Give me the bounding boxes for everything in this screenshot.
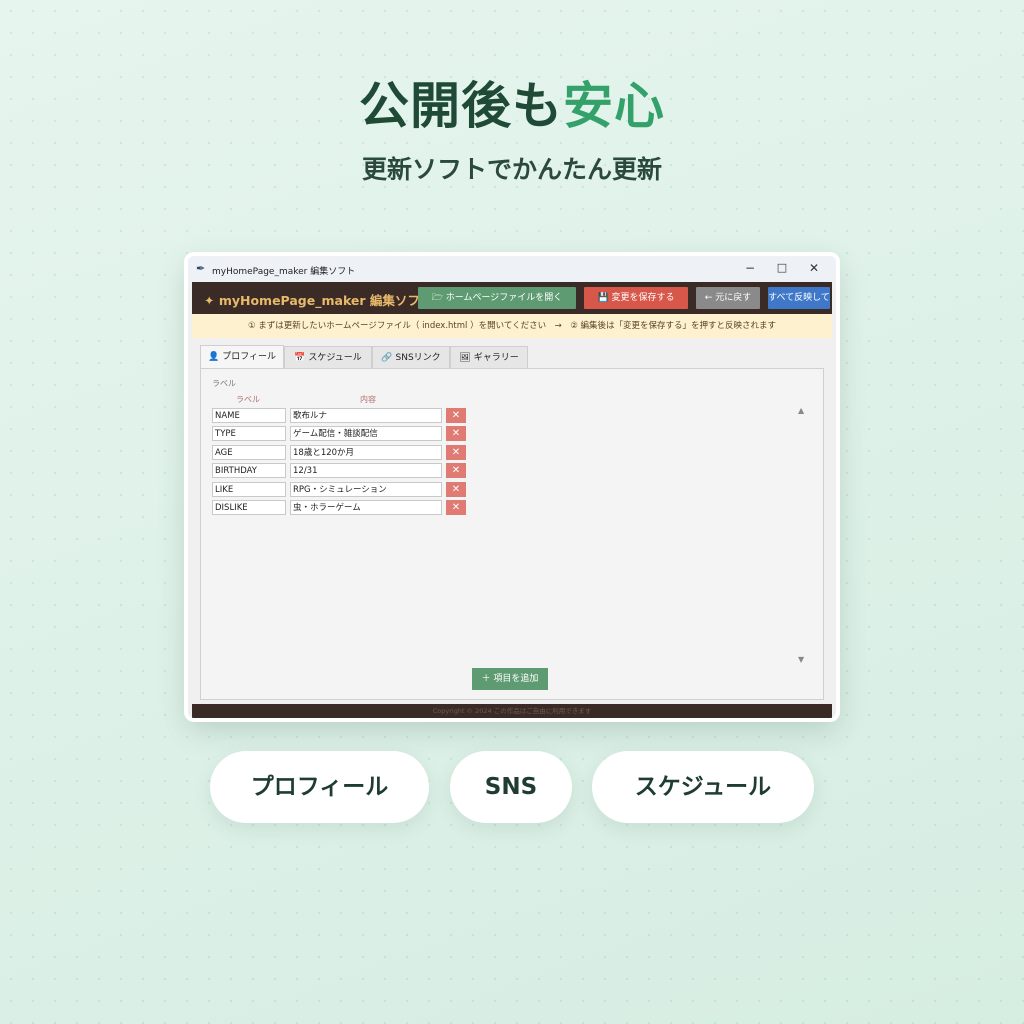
- link-icon: 🔗: [381, 353, 393, 363]
- app-brand: ✦ myHomePage_maker 編集ソフト: [204, 293, 433, 308]
- tab-schedule-label: スケジュール: [308, 353, 362, 363]
- chip-profile: プロフィール: [210, 751, 429, 823]
- close-button[interactable]: ✕: [804, 261, 824, 275]
- chip-schedule: スケジュール: [592, 751, 814, 823]
- app-footer: Copyright © 2024 この作品はご自由に利用できます: [192, 704, 832, 718]
- scroll-down-icon[interactable]: ▼: [798, 655, 804, 664]
- folder-icon: 🗁: [431, 293, 446, 303]
- maximize-button[interactable]: □: [772, 261, 792, 274]
- tab-gallery-label: ギャラリー: [473, 353, 519, 363]
- scroll-up-icon[interactable]: ▲: [798, 406, 804, 415]
- window-title: myHomePage_maker 編集ソフト: [212, 267, 356, 277]
- label-field[interactable]: AGE: [212, 445, 286, 460]
- label-field[interactable]: NAME: [212, 408, 286, 423]
- app-window: ✒ myHomePage_maker 編集ソフト − □ ✕ ✦ myHomeP…: [188, 256, 836, 718]
- column-header-content: 内容: [360, 395, 376, 404]
- image-icon: 🖼: [459, 353, 471, 363]
- save-button[interactable]: 💾 変更を保存する: [584, 287, 688, 309]
- tab-profile[interactable]: 👤 プロフィール: [200, 345, 284, 370]
- chip-sns: SNS: [450, 751, 572, 823]
- label-field[interactable]: LIKE: [212, 482, 286, 497]
- delete-row-button[interactable]: ✕: [446, 463, 466, 478]
- content-field[interactable]: 12/31: [290, 463, 442, 478]
- content-field[interactable]: 虫・ホラーゲーム: [290, 500, 442, 515]
- label-field[interactable]: BIRTHDAY: [212, 463, 286, 478]
- save-icon: 💾: [597, 293, 612, 303]
- delete-row-button[interactable]: ✕: [446, 500, 466, 515]
- content-field[interactable]: ゲーム配信・雑談配信: [290, 426, 442, 441]
- column-header-label: ラベル: [236, 395, 260, 404]
- delete-row-button[interactable]: ✕: [446, 408, 466, 423]
- label-field[interactable]: DISLIKE: [212, 500, 286, 515]
- undo-button[interactable]: ← 元に戻す: [696, 287, 760, 309]
- feather-icon: ✒: [196, 262, 206, 275]
- open-file-label: ホームページファイルを開く: [445, 293, 563, 303]
- add-item-button[interactable]: ＋ 項目を追加: [472, 668, 548, 690]
- hero-title: 公開後も安心: [0, 66, 1024, 138]
- section-label: ラベル: [212, 379, 236, 388]
- apply-all-button[interactable]: すべて反映して: [768, 287, 830, 309]
- save-label: 変更を保存する: [611, 293, 675, 303]
- label-field[interactable]: TYPE: [212, 426, 286, 441]
- delete-row-button[interactable]: ✕: [446, 445, 466, 460]
- content-field[interactable]: 18歳と120か月: [290, 445, 442, 460]
- person-icon: 👤: [207, 352, 220, 362]
- calendar-icon: 📅: [294, 353, 306, 363]
- delete-row-button[interactable]: ✕: [446, 426, 466, 441]
- open-file-button[interactable]: 🗁 ホームページファイルを開く: [418, 287, 576, 309]
- hero-title-main: 公開後も: [359, 77, 563, 135]
- minimize-button[interactable]: −: [740, 261, 760, 275]
- hero-subtitle: 更新ソフトでかんたん更新: [361, 155, 662, 184]
- tab-schedule[interactable]: 📅 スケジュール: [284, 346, 372, 369]
- vertical-scrollbar[interactable]: ▲ ▼: [796, 406, 810, 664]
- tab-sns-label: SNSリンク: [395, 353, 441, 363]
- instruction-banner: ① まずは更新したいホームページファイル（ index.html ）を開いてくだ…: [192, 314, 832, 338]
- tab-sns-links[interactable]: 🔗 SNSリンク: [372, 346, 450, 369]
- tab-gallery[interactable]: 🖼 ギャラリー: [450, 346, 528, 369]
- content-field[interactable]: RPG・シミュレーション: [290, 482, 442, 497]
- app-toolbar: ✦ myHomePage_maker 編集ソフト 🗁 ホームページファイルを開く…: [192, 282, 832, 314]
- title-bar: ✒ myHomePage_maker 編集ソフト − □ ✕: [188, 256, 836, 282]
- tab-profile-label: プロフィール: [222, 352, 277, 362]
- hero-title-accent: 安心: [563, 77, 665, 135]
- delete-row-button[interactable]: ✕: [446, 482, 466, 497]
- content-field[interactable]: 歌布ルナ: [290, 408, 442, 423]
